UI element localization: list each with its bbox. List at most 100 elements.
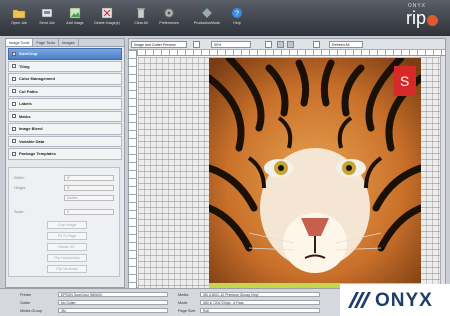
print-canvas[interactable]: S [138, 57, 445, 288]
rotate-90-button[interactable]: Rotate 90° [47, 243, 87, 251]
width-field[interactable]: 8" [64, 175, 114, 181]
svg-text:?: ? [235, 11, 239, 18]
width-label: Width: [14, 176, 25, 180]
refresh-all-button[interactable]: Refresh All [329, 41, 363, 48]
mode-label: Mode [178, 301, 188, 305]
image-tools-panel: Image Tools Page Tools Images Size/Crop … [5, 38, 125, 288]
vertical-ruler [129, 50, 137, 288]
actual-size-icon[interactable] [287, 41, 294, 48]
section-image-bleed[interactable]: Image Bleed [8, 123, 122, 135]
onyx-logo-text: ONYX [375, 290, 433, 311]
size-crop-panel: Width: 8" Height: 5" Inches Scale: 0 Cro… [8, 167, 120, 277]
gutter-select[interactable]: No Gutter [58, 300, 168, 305]
gutter-label: Gutter [20, 301, 31, 305]
flip-horizontally-button[interactable]: Flip Horizontally [47, 254, 87, 262]
svg-text:S: S [400, 73, 409, 89]
media-label: Media [178, 293, 189, 297]
send-job-button[interactable]: Send Job [36, 7, 58, 31]
onyx-stripes-icon [348, 292, 371, 308]
mode-select[interactable]: 360 & 720x720dpi - 6 Pass [200, 300, 320, 305]
section-label: Color Management [19, 76, 56, 82]
checkbox-icon [12, 64, 16, 69]
checkbox-icon [12, 126, 16, 131]
tab-images[interactable]: Images [59, 39, 79, 46]
delete-images-button[interactable]: Delete Image(s) [94, 7, 120, 31]
checkbox-icon [12, 89, 16, 94]
section-label: Cut Paths [19, 88, 38, 94]
diamond-icon [201, 7, 213, 19]
checkbox-icon [12, 76, 16, 81]
zoom-select[interactable]: 50% [211, 41, 251, 48]
add-image-button[interactable]: Add Image [64, 7, 86, 31]
image-preview-pane: Image and Gutter Preview 50% Refresh All [128, 38, 446, 288]
section-labels[interactable]: Labels [8, 98, 122, 110]
production-mode-button[interactable]: ProductionMode [194, 7, 220, 31]
folder-icon [12, 9, 26, 19]
add-image-icon [69, 7, 81, 19]
fit-view-icon[interactable] [277, 41, 284, 48]
tiger-face-picture: S [209, 58, 421, 283]
section-label: Image Bleed [19, 126, 43, 132]
production-mode-label: ProductionMode [193, 21, 221, 25]
delete-images-label: Delete Image(s) [94, 21, 120, 25]
open-job-button[interactable]: Open Job [8, 7, 30, 31]
horizontal-ruler [137, 50, 445, 56]
onyx-rip-brand: ONYX rip [380, 3, 440, 33]
section-label: Size/Crop [19, 51, 38, 57]
add-image-label: Add Image [66, 21, 84, 25]
printer-label: Printer [20, 293, 32, 297]
send-icon [41, 8, 53, 18]
section-size-crop[interactable]: Size/Crop [8, 48, 122, 60]
flip-vertically-button[interactable]: Flip Vertically [47, 265, 87, 273]
section-label: Marks [19, 113, 31, 119]
section-color-management[interactable]: Color Management [8, 73, 122, 85]
media-select[interactable]: 3M IJ180C-10 Premium Glossy Vinyl [200, 292, 320, 297]
scale-label: Scale: [14, 210, 25, 214]
help-button[interactable]: ? Help [226, 7, 248, 31]
units-select[interactable]: Inches [64, 195, 114, 201]
tab-page-tools[interactable]: Page Tools [33, 39, 60, 46]
checkbox-icon [12, 114, 16, 119]
page-size-label: Page Size [178, 309, 196, 313]
media-group-select[interactable]: 3M [58, 308, 168, 313]
brand-dot-icon [427, 15, 438, 26]
fit-to-page-button[interactable]: Fit To Page [47, 232, 87, 240]
height-field[interactable]: 5" [64, 185, 114, 191]
section-label: Tiling [19, 63, 30, 69]
printer-select[interactable]: EPSON SureColor S80600 [58, 292, 168, 297]
clear-all-button[interactable]: Clear All [130, 7, 152, 31]
tiger-image[interactable]: S [209, 58, 421, 283]
help-icon: ? [232, 8, 242, 18]
brand-large-text: rip [405, 8, 426, 28]
section-label: Labels [19, 101, 32, 107]
preferences-label: Preferences [159, 21, 179, 25]
page-size-select[interactable]: Roll [200, 308, 320, 313]
vertical-scrollbar[interactable] [440, 56, 445, 288]
zoom-in-icon[interactable] [265, 41, 272, 48]
main-toolbar: Open Job Send Job Add Image Delete Image… [0, 0, 450, 36]
section-marks[interactable]: Marks [8, 110, 122, 122]
checkbox-icon [12, 101, 16, 106]
section-label: Variable Data [19, 138, 45, 144]
section-variable-data[interactable]: Variable Data [8, 135, 122, 147]
onyx-logo: ONYX [340, 284, 450, 316]
preview-toolbar: Image and Gutter Preview 50% Refresh All [129, 39, 445, 50]
trash-icon [137, 8, 145, 19]
checkbox-icon [12, 51, 16, 56]
help-label: Help [233, 21, 241, 25]
height-label: Height: [14, 186, 27, 190]
delete-image-icon [101, 7, 113, 19]
crop-image-button[interactable]: Crop Image [47, 221, 87, 229]
view-mode-select[interactable]: Image and Gutter Preview [131, 41, 187, 48]
section-tiling[interactable]: Tiling [8, 60, 122, 72]
checkbox-icon [12, 151, 16, 156]
scale-field[interactable]: 0 [64, 209, 114, 215]
gear-icon [164, 8, 174, 18]
section-package-templates[interactable]: Package Templates [8, 148, 122, 160]
page-icon[interactable] [313, 41, 320, 48]
panel-tabs: Image Tools Page Tools Images [6, 39, 124, 47]
tab-image-tools[interactable]: Image Tools [6, 39, 34, 46]
zoom-out-icon[interactable] [193, 41, 200, 48]
section-cut-paths[interactable]: Cut Paths [8, 85, 122, 97]
preferences-button[interactable]: Preferences [158, 7, 180, 31]
